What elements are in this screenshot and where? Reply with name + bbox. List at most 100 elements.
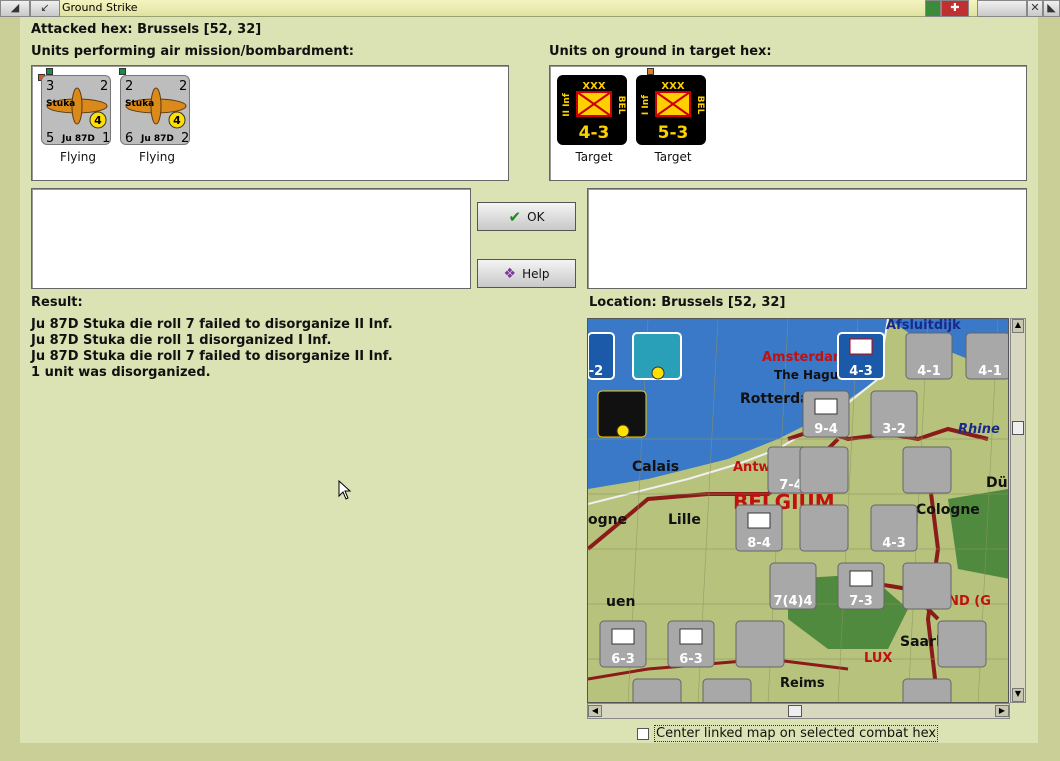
- svg-text:5-3: 5-3: [658, 123, 689, 143]
- unit-marker-icon: [46, 68, 53, 75]
- air-units-box: 4 3 2 Stuka 5 Ju 87D 1 Flying 4 2 2 Stuk…: [31, 65, 509, 181]
- title-bar: ◢ ↙ Ground Strike ✚ ✕ ◣: [0, 0, 1060, 17]
- center-map-label[interactable]: Center linked map on selected combat hex: [654, 725, 939, 742]
- help-book-icon: ❖: [503, 265, 517, 282]
- svg-text:5: 5: [46, 131, 54, 146]
- scroll-down-arrow-icon[interactable]: ▼: [1012, 688, 1024, 702]
- svg-text:3-2: 3-2: [882, 422, 906, 437]
- center-map-checkbox[interactable]: [637, 728, 649, 740]
- scroll-up-arrow-icon[interactable]: ▲: [1012, 319, 1024, 333]
- air-unit-status: Flying: [139, 150, 175, 164]
- scroll-right-arrow-icon[interactable]: ▶: [995, 705, 1009, 717]
- svg-text:Reims: Reims: [780, 676, 825, 691]
- linked-map[interactable]: Amsterdam The Hague Rotterdam Afsluitdij…: [587, 318, 1009, 703]
- result-line: 1 unit was disorganized.: [31, 365, 211, 380]
- svg-text:LUX: LUX: [864, 651, 892, 666]
- svg-text:2: 2: [179, 79, 187, 94]
- system-menu-button[interactable]: ◢: [0, 0, 30, 17]
- svg-text:4-3: 4-3: [579, 123, 610, 143]
- stuka-counter: 4 2 2 Stuka 6 Ju 87D 2: [120, 75, 190, 146]
- svg-text:6-3: 6-3: [679, 652, 703, 667]
- ground-unit-2[interactable]: XXX I Inf BEL 5-3 Target: [633, 68, 706, 164]
- mouse-cursor-icon: [338, 480, 352, 500]
- svg-text:II Inf: II Inf: [562, 93, 572, 117]
- ground-unit-status: Target: [654, 150, 692, 164]
- svg-text:Lille: Lille: [668, 512, 701, 528]
- svg-text:BEL: BEL: [616, 96, 626, 115]
- map-horizontal-scrollbar[interactable]: ◀ ▶: [587, 703, 1010, 719]
- scroll-left-arrow-icon[interactable]: ◀: [588, 705, 602, 717]
- svg-text:Cologne: Cologne: [916, 502, 980, 518]
- svg-text:Afsluitdijk: Afsluitdijk: [886, 319, 961, 333]
- location-label: Location: Brussels [52, 32]: [589, 295, 786, 310]
- svg-text:ogne: ogne: [588, 512, 627, 528]
- checkmark-icon: ✔: [508, 207, 522, 226]
- ground-units-box: XXX II Inf BEL 4-3 Target XXX I Inf BEL …: [549, 65, 1027, 181]
- air-details-box: [31, 188, 471, 289]
- svg-text:Ju 87D: Ju 87D: [140, 134, 174, 144]
- svg-text:I Inf: I Inf: [641, 95, 651, 115]
- window-title: Ground Strike: [62, 1, 138, 14]
- svg-text:Stuka: Stuka: [46, 99, 75, 109]
- svg-text:4: 4: [173, 114, 181, 127]
- svg-text:4-3: 4-3: [849, 364, 873, 379]
- help-button[interactable]: ❖ Help: [477, 259, 576, 288]
- svg-text:Ju 87D: Ju 87D: [61, 134, 95, 144]
- scroll-thumb[interactable]: [788, 705, 802, 717]
- svg-text:XXX: XXX: [661, 81, 684, 92]
- ground-units-label: Units on ground in target hex:: [549, 44, 772, 59]
- plane-icon: 4 2 2 Stuka 6 Ju 87D 2: [125, 79, 189, 146]
- svg-text:Saarl: Saarl: [900, 634, 941, 650]
- ground-unit-status: Target: [575, 150, 613, 164]
- svg-text:2: 2: [181, 131, 189, 146]
- back-arrow-icon[interactable]: ↙: [30, 0, 60, 17]
- restore-icon[interactable]: ✚: [941, 0, 969, 17]
- attacked-hex-label: Attacked hex: Brussels [52, 32]: [31, 22, 262, 37]
- result-line: Ju 87D Stuka die roll 7 failed to disorg…: [31, 349, 393, 364]
- svg-text:BEL: BEL: [695, 96, 705, 115]
- svg-text:Calais: Calais: [632, 459, 679, 475]
- infantry-icon: XXX I Inf BEL 5-3: [641, 81, 705, 143]
- ok-button-label: OK: [527, 209, 545, 224]
- svg-text:7-4: 7-4: [779, 478, 803, 493]
- result-line: Ju 87D Stuka die roll 1 disorganized I I…: [31, 333, 332, 348]
- unit-marker-icon: [119, 68, 126, 75]
- air-unit-2[interactable]: 4 2 2 Stuka 6 Ju 87D 2 Flying: [117, 68, 190, 164]
- svg-text:6-3: 6-3: [611, 652, 635, 667]
- svg-text:Rhine: Rhine: [958, 422, 1000, 437]
- map-vertical-scrollbar[interactable]: ▲ ▼: [1010, 318, 1026, 703]
- spacer-button: [977, 0, 1027, 17]
- strength-value: 4: [94, 114, 102, 127]
- infantry-counter: XXX I Inf BEL 5-3: [636, 75, 706, 145]
- stuka-counter: 4 3 2 Stuka 5 Ju 87D 1: [41, 75, 111, 146]
- scroll-thumb[interactable]: [1012, 421, 1024, 435]
- close-icon[interactable]: ✕: [1027, 0, 1043, 17]
- plane-icon: 4 3 2 Stuka 5 Ju 87D 1: [46, 79, 110, 146]
- svg-text:4-3: 4-3: [882, 536, 906, 551]
- ground-unit-1[interactable]: XXX II Inf BEL 4-3 Target: [554, 70, 627, 164]
- ground-details-box: [587, 188, 1027, 289]
- air-unit-1[interactable]: 4 3 2 Stuka 5 Ju 87D 1 Flying: [38, 68, 111, 164]
- air-unit-status: Flying: [60, 150, 96, 164]
- svg-text:8-4: 8-4: [747, 536, 771, 551]
- svg-text:6: 6: [125, 131, 133, 146]
- unit-marker-icon: [647, 68, 654, 75]
- svg-text:2: 2: [100, 79, 108, 94]
- svg-text:4-1: 4-1: [978, 364, 1002, 379]
- svg-text:uen: uen: [606, 594, 635, 610]
- svg-text:3: 3: [46, 79, 54, 94]
- svg-text:1: 1: [102, 131, 110, 146]
- map-canvas[interactable]: Amsterdam The Hague Rotterdam Afsluitdij…: [588, 319, 1009, 703]
- svg-text:Amsterdam: Amsterdam: [762, 350, 846, 365]
- svg-text:7(4)4: 7(4)4: [773, 594, 812, 609]
- result-line: Ju 87D Stuka die roll 7 failed to disorg…: [31, 317, 393, 332]
- ok-button[interactable]: ✔ OK: [477, 202, 576, 231]
- svg-text:Dü: Dü: [986, 475, 1008, 491]
- svg-text:7-3: 7-3: [849, 594, 873, 609]
- flag-icon: [925, 0, 941, 17]
- resize-icon[interactable]: ◣: [1043, 0, 1060, 17]
- svg-text:The Hague: The Hague: [774, 368, 846, 382]
- svg-text:4-1: 4-1: [917, 364, 941, 379]
- svg-text:2: 2: [125, 79, 133, 94]
- help-button-label: Help: [522, 266, 550, 281]
